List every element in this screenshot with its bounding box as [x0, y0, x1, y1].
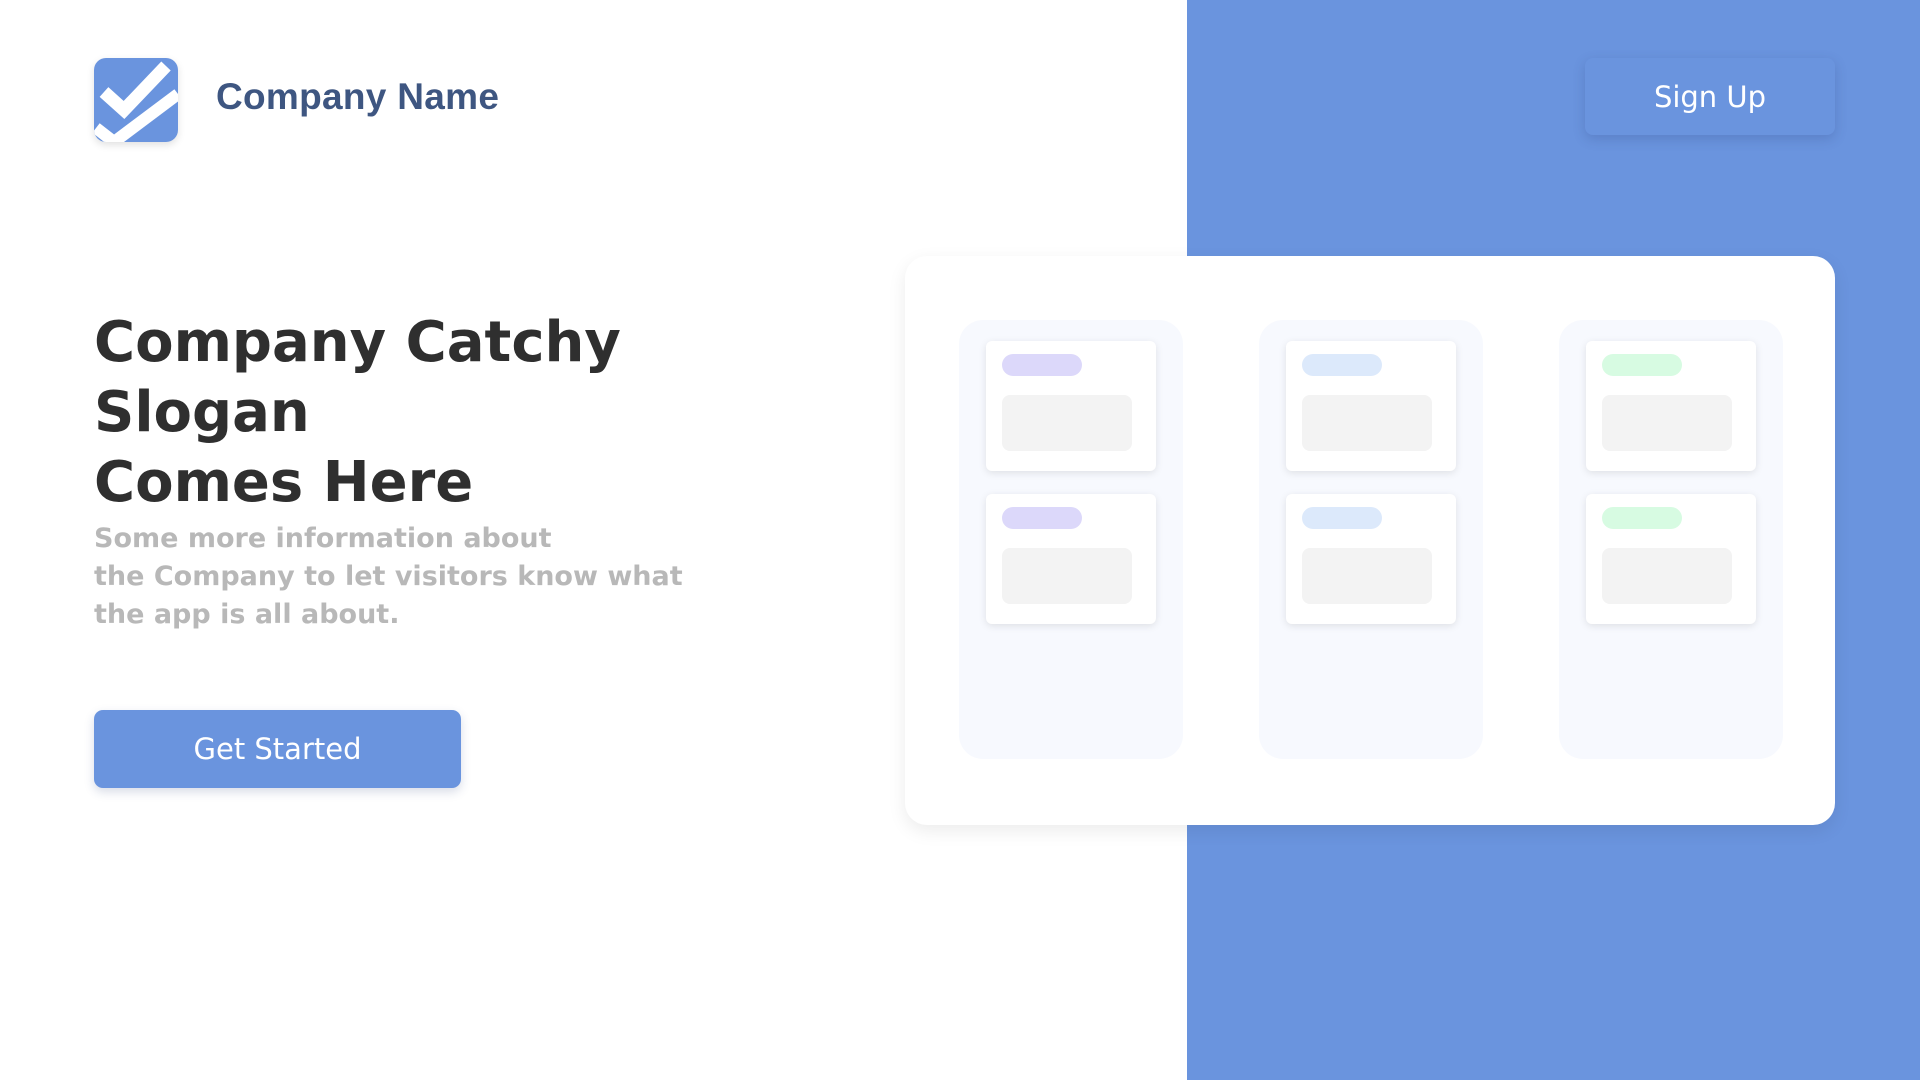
card-tag [1302, 354, 1382, 376]
card-content-placeholder [1602, 548, 1732, 604]
board-card [1286, 494, 1456, 624]
card-tag [1002, 507, 1082, 529]
card-content-placeholder [1302, 395, 1432, 451]
board-column [1559, 320, 1783, 759]
card-tag [1602, 354, 1682, 376]
page-title: Company Catchy Slogan Comes Here [94, 308, 814, 518]
description-line: Some more information about [94, 523, 552, 554]
company-description: Some more information about the Company … [94, 520, 694, 634]
card-tag [1602, 507, 1682, 529]
landing-page: Company Name Sign Up Company Catchy Slog… [0, 0, 1920, 1080]
board-card [986, 494, 1156, 624]
signup-button[interactable]: Sign Up [1585, 58, 1835, 135]
card-tag [1002, 354, 1082, 376]
slogan-line: Comes Here [94, 450, 474, 515]
board-column [1259, 320, 1483, 759]
kanban-board-illustration [905, 256, 1835, 825]
slogan-line: Company Catchy Slogan [94, 310, 621, 445]
board-column [959, 320, 1183, 759]
card-tag [1302, 507, 1382, 529]
board-card [1586, 341, 1756, 471]
board-card [1586, 494, 1756, 624]
card-content-placeholder [1602, 395, 1732, 451]
description-line: the Company to let visitors know what [94, 561, 683, 592]
checkmark-logo-icon[interactable] [94, 58, 178, 142]
get-started-button[interactable]: Get Started [94, 710, 461, 788]
board-card [986, 341, 1156, 471]
card-content-placeholder [1002, 395, 1132, 451]
description-line: the app is all about. [94, 599, 400, 630]
board-card [1286, 341, 1456, 471]
card-content-placeholder [1002, 548, 1132, 604]
card-content-placeholder [1302, 548, 1432, 604]
company-name: Company Name [216, 76, 500, 117]
